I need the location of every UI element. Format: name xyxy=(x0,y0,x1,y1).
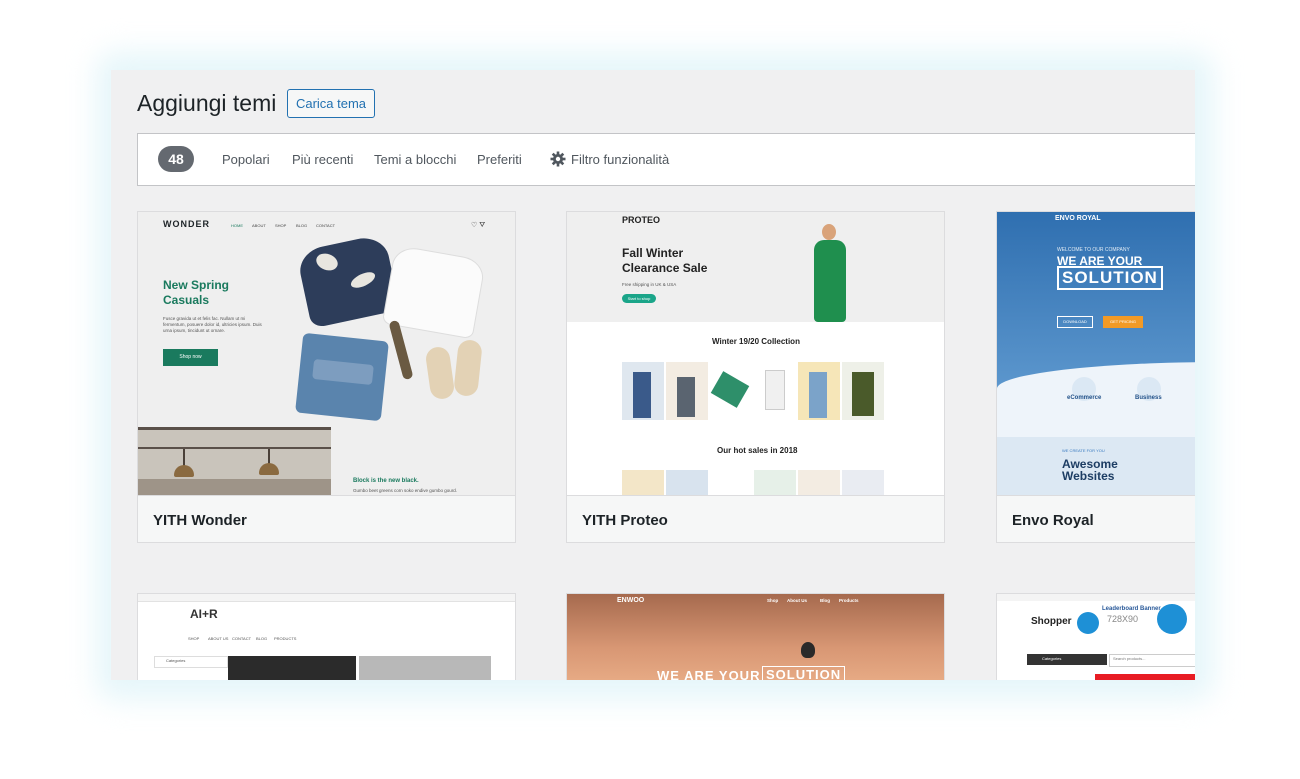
tab-latest[interactable]: Più recenti xyxy=(292,152,353,167)
preview-body-text: Fusce gravida ut et felis fac. Nullam ut… xyxy=(163,316,262,333)
theme-screenshot[interactable]: PROTEO Fall Winter Clearance Sale Free s… xyxy=(567,212,944,495)
preview-cta: Start to shop xyxy=(622,294,656,303)
preview-nav-item: SHOP xyxy=(275,223,287,228)
preview-side-label: Categories xyxy=(166,658,186,663)
page-title: Aggiungi temi xyxy=(137,90,277,116)
preview-logo: ENVO ROYAL xyxy=(1055,215,1101,222)
balloon-icon xyxy=(801,642,815,658)
preview-side-label: Categories xyxy=(1042,656,1062,661)
preview-badge xyxy=(1077,612,1099,634)
tab-block-themes[interactable]: Temi a blocchi xyxy=(374,152,456,167)
theme-card-yith-proteo[interactable]: PROTEO Fall Winter Clearance Sale Free s… xyxy=(566,211,945,543)
preview-nav-item: About Us xyxy=(787,598,807,603)
preview-hero-image xyxy=(228,656,356,680)
preview-cart-icon: ♡ ⛛ xyxy=(471,222,486,229)
preview-nav-item: Shop xyxy=(767,598,779,603)
tab-favorites[interactable]: Preferiti xyxy=(477,152,522,167)
preview-nav-item: BLOG xyxy=(256,636,268,641)
preview-banner: Leaderboard Banner xyxy=(1102,606,1161,612)
theme-card[interactable]: Shopper Leaderboard Banner 728X90 Catego… xyxy=(996,593,1195,680)
feature-filter-button[interactable]: Filtro funzionalità xyxy=(571,152,669,167)
tab-popular[interactable]: Popolari xyxy=(222,152,270,167)
upload-theme-button[interactable]: Carica tema xyxy=(287,89,375,118)
preview-nav-item: SHOP xyxy=(188,636,200,641)
preview-tag: WE CREATE FOR YOU xyxy=(1062,448,1105,453)
preview-section-title: Our hot sales in 2018 xyxy=(717,446,798,455)
preview-nav-item: BLOG xyxy=(296,223,308,228)
theme-card[interactable]: AI+R SHOP ABOUT US CONTACT BLOG PRODUCTS… xyxy=(137,593,516,680)
preview-button: DOWNLOAD xyxy=(1057,316,1093,328)
theme-filter-bar: 48 Popolari Più recenti Temi a blocchi P… xyxy=(137,133,1195,186)
preview-nav-item: Products xyxy=(839,598,859,603)
preview-red-banner xyxy=(1095,674,1195,680)
theme-card-envo-royal[interactable]: ENVO ROYAL WELCOME TO OUR COMPANY WE ARE… xyxy=(996,211,1195,543)
preview-feature-label: Business xyxy=(1135,395,1162,401)
preview-banner-title: Block is the new black. xyxy=(353,478,419,484)
preview-bottom-title: Websites xyxy=(1062,469,1115,483)
preview-button: GET PRICING xyxy=(1103,316,1143,328)
preview-headline-box: SOLUTION xyxy=(762,666,846,680)
preview-nav-item: HOME xyxy=(231,223,243,228)
theme-name[interactable]: YITH Proteo xyxy=(567,495,944,542)
preview-section-title: Winter 19/20 Collection xyxy=(712,337,800,346)
preview-kicker: WELCOME TO OUR COMPANY xyxy=(1057,247,1130,253)
preview-headline-box: SOLUTION xyxy=(1057,266,1163,290)
preview-nav-item: CONTACT xyxy=(316,223,336,228)
add-themes-panel: Aggiungi temi Carica tema 48 Popolari Pi… xyxy=(111,70,1195,680)
theme-screenshot[interactable]: Shopper Leaderboard Banner 728X90 Catego… xyxy=(997,594,1195,680)
theme-screenshot[interactable]: WONDER HOME ABOUT SHOP BLOG CONTACT ♡ ⛛ … xyxy=(138,212,515,495)
preview-nav-item: ABOUT US xyxy=(208,636,229,641)
preview-headline: Fall Winter xyxy=(622,246,684,260)
theme-card-yith-wonder[interactable]: WONDER HOME ABOUT SHOP BLOG CONTACT ♡ ⛛ … xyxy=(137,211,516,543)
preview-search: Search products... xyxy=(1113,656,1146,661)
theme-name[interactable]: YITH Wonder xyxy=(138,495,515,542)
preview-interior-image xyxy=(138,427,331,495)
preview-banner-text: Gumbo beet greens corn soko endive gumbo… xyxy=(353,488,458,493)
preview-logo: ENWOO xyxy=(617,597,645,604)
preview-hero-image xyxy=(359,656,491,680)
preview-headline: Clearance Sale xyxy=(622,261,708,275)
theme-name[interactable]: Envo Royal xyxy=(997,495,1195,542)
theme-count-badge: 48 xyxy=(158,146,194,172)
preview-cta: Shop now xyxy=(163,349,218,366)
preview-feature-label: eCommerce xyxy=(1067,395,1102,401)
preview-logo: PROTEO xyxy=(622,215,661,225)
preview-logo: WONDER xyxy=(163,219,210,229)
preview-headline: WE ARE YOUR xyxy=(657,668,761,680)
theme-screenshot[interactable]: AI+R SHOP ABOUT US CONTACT BLOG PRODUCTS… xyxy=(138,594,515,680)
theme-screenshot[interactable]: ENWOO Shop About Us Blog Products WE ARE… xyxy=(567,594,944,680)
preview-nav-item: Blog xyxy=(820,598,830,603)
gear-icon[interactable] xyxy=(550,151,566,167)
theme-card[interactable]: ENWOO Shop About Us Blog Products WE ARE… xyxy=(566,593,945,680)
preview-logo: Shopper xyxy=(1031,616,1072,627)
preview-nav-item: ABOUT xyxy=(252,223,266,228)
preview-logo: AI+R xyxy=(190,607,218,621)
preview-headline: New Spring xyxy=(163,278,230,292)
theme-screenshot[interactable]: ENVO ROYAL WELCOME TO OUR COMPANY WE ARE… xyxy=(997,212,1195,495)
preview-badge xyxy=(1157,604,1187,634)
preview-nav-item: PRODUCTS xyxy=(274,636,297,641)
preview-headline: Casuals xyxy=(163,293,210,307)
preview-banner-size: 728X90 xyxy=(1107,614,1139,624)
preview-nav-item: CONTACT xyxy=(232,636,252,641)
preview-sub: Free shipping in UK & USA xyxy=(622,282,677,287)
